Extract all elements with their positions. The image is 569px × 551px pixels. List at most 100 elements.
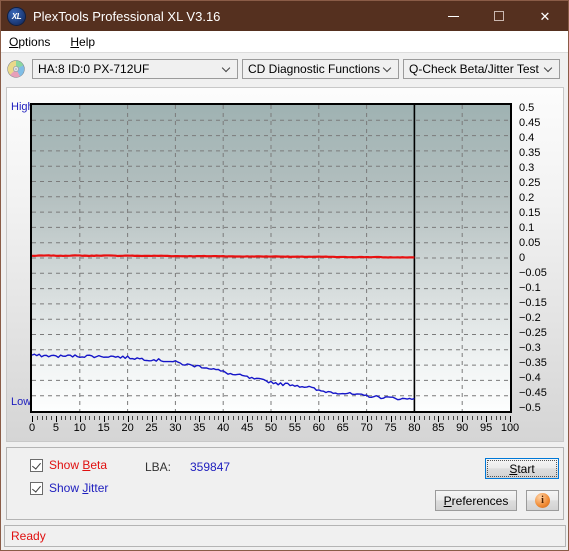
x-tick-mark-minor [385,416,387,420]
test-select-value: Q-Check Beta/Jitter Test [409,61,539,76]
x-tick-label: 40 [217,422,230,434]
maximize-button[interactable] [476,1,522,31]
x-tick-mark-minor [237,416,239,420]
x-tick-mark-minor [98,416,100,420]
x-tick-mark [486,416,488,422]
x-tick-mark-minor [51,416,53,420]
start-button[interactable]: Start [485,458,559,479]
x-tick-mark-minor [227,416,229,420]
y-tick-label: 0.45 [519,117,541,129]
x-tick-mark-minor [189,416,191,420]
y-tick-label: 0.2 [519,192,535,204]
show-beta-row[interactable]: Show Beta [30,458,107,472]
x-tick-label: 65 [336,422,349,434]
minimize-button[interactable] [430,1,476,31]
function-select[interactable]: CD Diagnostic Functions [242,58,399,79]
axis-label-low: Low [11,396,32,408]
application-window: XL PlexTools Professional XL V3.16 ✕ Opt… [0,0,569,551]
x-tick-mark-minor [333,416,335,420]
y-tick-label: −0.15 [519,297,547,309]
x-tick-label: 20 [121,422,134,434]
show-beta-checkbox[interactable] [30,458,43,472]
x-tick-label: 85 [432,422,445,434]
x-tick-mark [151,416,153,422]
y-tick-label: −0.3 [519,342,541,354]
x-tick-mark [510,416,511,422]
x-tick-mark-minor [309,416,311,420]
y-tick-label: 0.3 [519,162,535,174]
menu-item-help[interactable]: Help [68,33,103,51]
disc-icon [7,59,25,78]
x-tick-mark-minor [495,416,497,420]
x-tick-mark-minor [457,416,459,420]
info-icon: i [535,493,550,508]
chart-panel: High Low 0.5 0.45 0.4 0.35 0.3 0.25 0.2 0.15 0.1… [6,87,564,442]
x-tick-mark-minor [36,416,38,420]
x-tick-mark-minor [218,416,220,420]
x-tick-mark-minor [314,416,316,420]
x-tick-mark [318,416,320,422]
info-button[interactable]: i [526,490,559,511]
x-tick-label: 70 [360,422,373,434]
x-tick-mark [103,416,105,422]
x-tick-mark-minor [323,416,325,420]
x-tick-mark-minor [419,416,421,420]
x-tick-mark [55,416,57,422]
y-tick-label: 0.05 [519,237,541,249]
y-tick-label: 0 [519,252,526,264]
x-tick-mark-minor [395,416,397,420]
x-tick-mark-minor [304,416,306,420]
y-tick-label: −0.2 [519,312,541,324]
x-tick-mark-minor [122,416,124,420]
x-tick-mark-minor [165,416,167,420]
x-tick-label: 60 [312,422,325,434]
x-tick-mark-minor [208,416,210,420]
x-tick-mark [271,416,272,422]
window-controls: ✕ [430,1,568,31]
x-tick-mark-minor [161,416,163,420]
close-icon[interactable]: ✕ [522,1,568,31]
x-tick-label: 0 [28,422,36,434]
x-tick-mark-minor [266,416,268,420]
y-tick-label: −0.5 [519,402,541,414]
test-select[interactable]: Q-Check Beta/Jitter Test [403,58,560,79]
x-tick-label: 35 [193,422,206,434]
status-bar: Ready [4,525,566,547]
x-tick-mark-minor [180,416,182,420]
start-button-accel: S [509,461,518,476]
x-tick-mark-minor [194,416,196,420]
x-axis-ticks: 0 5 10 15 20 25 30 35 40 45 50 55 60 65 70 75 80 85 90 95 10… [28,416,519,436]
show-jitter-checkbox[interactable] [30,481,43,495]
x-tick-mark-minor [352,416,354,420]
x-tick-mark-minor [256,416,258,420]
plot-area [30,103,512,413]
menu-options-accel: O [9,34,19,49]
preferences-button[interactable]: Preferences [435,490,517,511]
x-tick-mark [223,416,225,422]
x-tick-mark-minor [170,416,172,420]
menu-item-options[interactable]: Options [7,33,58,51]
x-tick-label: 50 [264,422,278,434]
menu-help-accel: H [70,34,80,49]
y-tick-label: −0.25 [519,327,547,339]
x-tick-mark-minor [213,416,215,420]
x-tick-mark [462,416,464,422]
y-tick-label: −0.45 [519,387,547,399]
x-tick-mark-minor [500,416,502,420]
x-tick-mark-minor [113,416,115,420]
x-tick-label: 5 [52,422,59,434]
x-tick-mark-minor [137,416,139,420]
drive-select[interactable]: HA:8 ID:0 PX-712UF [32,58,238,79]
y-tick-label: −0.4 [519,372,541,384]
show-jitter-row[interactable]: Show Jitter [30,481,108,495]
x-tick-mark [199,416,201,422]
show-beta-label: Show Beta [49,458,107,472]
x-tick-mark-minor [404,416,406,420]
show-jitter-label-pre: Show [49,481,83,495]
x-tick-mark-minor [251,416,253,420]
x-tick-mark-minor [280,416,282,420]
x-tick-mark-minor [380,416,382,420]
x-tick-mark-minor [505,416,507,420]
x-tick-mark-minor [409,416,411,420]
x-tick-mark-minor [275,416,277,420]
